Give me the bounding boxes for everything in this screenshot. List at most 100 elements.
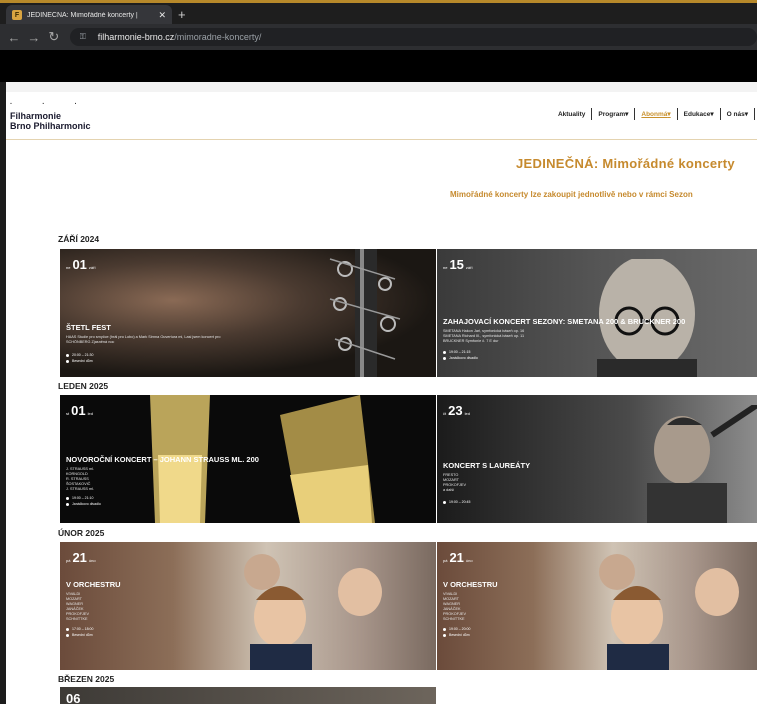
event-meta: 20:00 – 21:30 Besední dům <box>66 352 93 364</box>
web-page: · · · Filharmonie Brno Philharmonic Aktu… <box>6 82 757 704</box>
event-day: 21 <box>72 550 87 565</box>
address-bar[interactable]: ⚿ filharmonie-brno.cz/mimoradne-koncerty… <box>69 28 757 46</box>
event-date: ne 01 září <box>66 257 96 272</box>
event-date: ne 15 září <box>443 257 473 272</box>
event-month: září <box>88 265 96 270</box>
clock-icon <box>443 500 446 504</box>
event-title: V ORCHESTRU <box>443 580 498 589</box>
site-logo[interactable]: · · · Filharmonie Brno Philharmonic <box>10 100 91 131</box>
menu-divider <box>591 108 593 120</box>
clock-icon <box>443 350 446 354</box>
menu-item-edukace-label: Edukace <box>683 111 711 118</box>
browser-tab[interactable]: F JEDINEČNÁ: Mimořádné koncerty | ✕ <box>6 5 172 25</box>
menu-item-abonma[interactable]: Abonmá▾ <box>637 108 674 120</box>
month-heading: ÚNOR 2025 <box>58 528 105 538</box>
location-icon <box>443 633 446 637</box>
event-title: ŠTETL FEST <box>66 323 111 332</box>
event-meta: 19:00 – 20:45 <box>443 499 470 505</box>
event-venue-label: Janáčkovo divadlo <box>449 356 478 360</box>
main-menu: Aktuality Program▾ Abonmá▾ Edukace▾ O ná… <box>554 108 757 120</box>
event-date: pá 21 úno <box>66 550 96 565</box>
program-line: SCHNITTKE <box>66 617 88 621</box>
event-month: úno <box>88 558 96 563</box>
location-icon <box>66 359 69 363</box>
event-program: SMETANA Hakon Jarl, symfonická báseň op.… <box>443 329 524 344</box>
site-info-icon[interactable]: ⚿ <box>80 32 90 42</box>
menu-divider <box>676 108 678 120</box>
program-line: SCHNITTKE <box>443 617 465 621</box>
event-time-label: 19:00 – 20:00 <box>449 627 471 631</box>
event-title: V ORCHESTRU <box>66 580 121 589</box>
event-program: FRESTO MOZART PROKOFJEV a další <box>443 473 466 493</box>
event-program: VIVALDI MOZART WAGNER JANÁČEK PROKOFJEV … <box>443 592 466 622</box>
event-venue-label: Janáčkovo divadlo <box>72 502 101 506</box>
menu-item-abonma-label: Abonmá <box>641 111 668 118</box>
event-card[interactable]: čt 23 led KONCERT S LAUREÁTY FRESTO MOZART… <box>437 395 757 523</box>
clarinet-image <box>329 249 401 377</box>
logo-stars-icon: · · · <box>10 101 91 108</box>
event-date: čt 23 led <box>443 403 470 418</box>
event-venue-label: Besední dům <box>449 633 470 637</box>
back-icon[interactable]: ← <box>4 30 24 45</box>
boy-in-orchestra-photo <box>244 554 382 670</box>
event-month: led <box>87 411 93 416</box>
event-meta: 19:00 – 21:10 Janáčkovo divadlo <box>66 495 101 507</box>
event-meta: 19:00 – 20:00 Besední dům <box>443 626 470 638</box>
header-divider <box>6 139 757 140</box>
reload-icon[interactable]: ↻ <box>44 29 64 45</box>
month-heading: BŘEZEN 2025 <box>58 674 115 684</box>
tab-title: JEDINEČNÁ: Mimořádné koncerty | <box>27 11 138 19</box>
event-card[interactable]: pá 21 úno V ORCHESTRU VIVALDI MOZART WAGNE… <box>437 542 757 670</box>
event-program: J. STRAUSS ml. KORNGOLD R. STRAUSS ŠOSTA… <box>66 467 94 492</box>
violinist-photo <box>647 405 757 523</box>
menu-divider <box>634 108 636 120</box>
event-title: NOVOROČNÍ KONCERT – JOHANN STRAUSS ML. 2… <box>66 455 259 464</box>
menu-item-program-label: Program <box>598 111 626 118</box>
menu-item-program[interactable]: Program▾ <box>594 108 632 120</box>
menu-item-edukace[interactable]: Edukace▾ <box>680 108 718 120</box>
new-tab-icon[interactable]: + <box>178 7 186 22</box>
event-card[interactable]: st 01 led NOVOROČNÍ KONCERT – JOHANN STRAU… <box>60 395 436 523</box>
event-card[interactable]: ne 01 září ŠTETL FEST HAAS Studie pro smyč… <box>60 249 436 377</box>
event-weekday: ne <box>66 265 71 270</box>
location-icon <box>66 633 69 637</box>
event-time-label: 17:00 – 18:00 <box>72 627 94 631</box>
favicon-icon: F <box>12 10 22 20</box>
event-month: led <box>464 411 470 416</box>
event-card[interactable]: pá 21 úno V ORCHESTRU VIVALDI MOZART WAGNE… <box>60 542 436 670</box>
program-line: BRUCKNER Symfonie č. 7 E dur <box>443 339 499 343</box>
browser-toolbar: ← → ↻ ⚿ filharmonie-brno.cz/mimoradne-ko… <box>0 24 757 50</box>
program-line: SCHÖNBERG Zjasněná noc <box>66 340 115 344</box>
event-day: 15 <box>449 257 464 272</box>
event-venue-label: Besední dům <box>72 633 93 637</box>
menu-divider <box>754 108 755 120</box>
event-card[interactable]: ne 15 září ZAHAJOVACÍ KONCERT SEZONY: SMET… <box>437 249 757 377</box>
clock-icon <box>66 353 69 357</box>
forward-icon[interactable]: → <box>24 30 44 45</box>
event-time-label: 20:00 – 21:30 <box>72 353 94 357</box>
clock-icon <box>66 496 69 500</box>
logo-line2: Brno Philharmonic <box>10 121 91 131</box>
event-day: 23 <box>448 403 463 418</box>
menu-item-o-nas[interactable]: O nás▾ <box>723 108 752 120</box>
event-venue-label: Besední dům <box>72 359 93 363</box>
event-card[interactable]: 06 <box>60 687 436 704</box>
event-time-label: 19:00 – 21:15 <box>449 350 471 354</box>
event-program: HAAS Studie pro smyčce (hrál pro Lobo) a… <box>66 335 220 345</box>
month-heading: LEDEN 2025 <box>58 381 109 391</box>
url-domain: filharmonie-brno.cz <box>97 32 175 42</box>
event-venue: Janáčkovo divadlo <box>443 355 478 361</box>
event-venue: Besední dům <box>66 358 93 364</box>
close-tab-icon[interactable]: ✕ <box>158 10 166 21</box>
menu-item-o-nas-label: O nás <box>726 111 745 118</box>
event-month: září <box>465 265 473 270</box>
month-heading: ZÁŘÍ 2024 <box>58 234 100 244</box>
location-icon <box>443 356 446 360</box>
event-time-label: 19:00 – 20:45 <box>449 500 471 504</box>
event-day: 01 <box>71 403 86 418</box>
event-date: st 01 led <box>66 403 93 418</box>
clock-icon <box>66 627 69 631</box>
menu-item-aktuality[interactable]: Aktuality <box>554 109 589 120</box>
event-meta: 17:00 – 18:00 Besední dům <box>66 626 93 638</box>
boy-in-orchestra-photo <box>599 554 739 670</box>
